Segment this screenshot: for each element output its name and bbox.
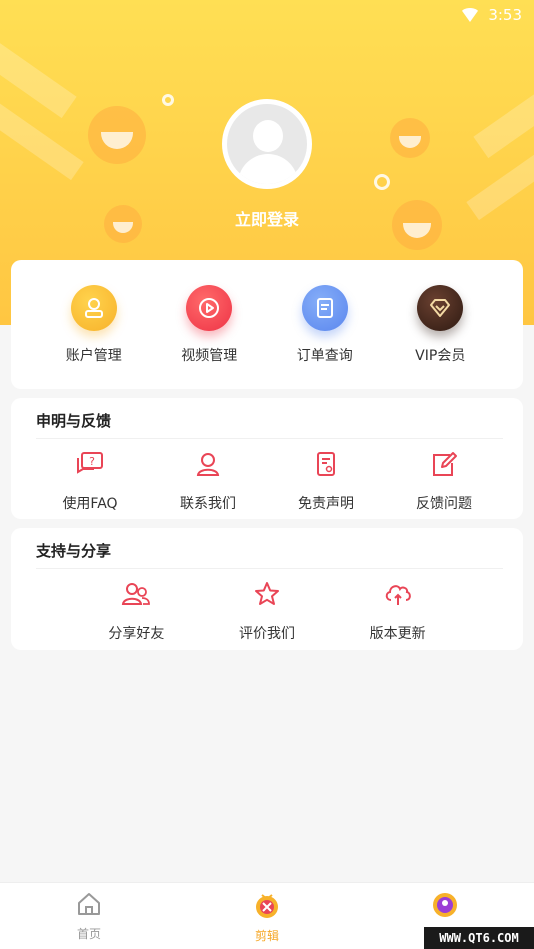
nav-label: 剪辑 — [254, 929, 279, 943]
feature-label: 视频管理 — [181, 348, 238, 364]
feature-label: VIP会员 — [415, 348, 466, 364]
star-icon — [253, 581, 281, 611]
feedback-button[interactable]: 反馈问题 — [389, 451, 499, 513]
scissors-icon — [253, 891, 281, 923]
account-management-button[interactable]: 账户管理 — [39, 285, 149, 365]
share-friends-icon — [121, 581, 151, 611]
share-card: 支持与分享 分享好友 评价我们 版本更新 — [11, 528, 523, 650]
share-friends-button[interactable]: 分享好友 — [81, 581, 191, 643]
contact-us-button[interactable]: 联系我们 — [153, 451, 263, 513]
bubble-decor — [162, 94, 174, 106]
version-update-button[interactable]: 版本更新 — [343, 581, 453, 643]
nav-label: 首页 — [76, 927, 101, 941]
item-label: 反馈问题 — [416, 496, 472, 512]
status-bar: 3:53 — [0, 0, 534, 30]
video-management-button[interactable]: 视频管理 — [154, 285, 264, 365]
rate-us-button[interactable]: 评价我们 — [212, 581, 322, 643]
feature-label: 账户管理 — [65, 348, 122, 364]
vip-member-button[interactable]: VIP会员 — [385, 285, 495, 365]
svg-text:?: ? — [89, 455, 95, 468]
document-icon — [301, 285, 348, 331]
laughing-emoji-decor — [390, 118, 430, 158]
order-query-button[interactable]: 订单查询 — [270, 285, 380, 365]
status-time: 3:53 — [488, 6, 522, 24]
nav-home[interactable]: 首页 — [29, 883, 149, 949]
item-label: 分享好友 — [108, 626, 165, 642]
home-icon — [76, 891, 102, 921]
item-label: 版本更新 — [369, 626, 426, 642]
item-label: 联系我们 — [180, 496, 236, 512]
avatar-head — [253, 120, 283, 152]
decor-stripe — [0, 27, 77, 119]
watermark: WWW.QT6.COM — [424, 927, 534, 949]
login-link[interactable]: 立即登录 — [0, 206, 534, 230]
avatar-body — [238, 154, 298, 184]
play-icon — [186, 285, 233, 331]
disclaimer-icon — [312, 451, 340, 481]
bubble-decor — [374, 174, 390, 190]
nav-edit[interactable]: 剪辑 — [207, 883, 327, 949]
wifi-icon — [460, 8, 481, 22]
decor-stripe — [473, 67, 534, 159]
diamond-icon — [417, 285, 464, 331]
user-card-icon — [70, 285, 117, 331]
section-title: 申明与反馈 — [36, 412, 112, 430]
faq-button[interactable]: ? 使用FAQ — [35, 451, 145, 513]
feedback-edit-icon — [430, 451, 458, 481]
item-label: 评价我们 — [238, 626, 295, 642]
feature-card: 账户管理 视频管理 订单查询 VIP会员 — [11, 260, 523, 389]
item-label: 免责声明 — [298, 496, 354, 512]
profile-icon — [431, 891, 459, 923]
item-label: 使用FAQ — [62, 496, 118, 512]
declaration-card: 申明与反馈 ? 使用FAQ 联系我们 免责声明 反馈问题 — [11, 398, 523, 519]
feature-label: 订单查询 — [296, 348, 353, 364]
faq-icon: ? — [76, 451, 104, 481]
avatar[interactable] — [222, 99, 312, 189]
cloud-update-icon — [383, 581, 413, 611]
section-title: 支持与分享 — [36, 542, 112, 560]
laughing-emoji-decor — [88, 106, 146, 164]
contact-icon — [194, 451, 222, 481]
disclaimer-button[interactable]: 免责声明 — [271, 451, 381, 513]
